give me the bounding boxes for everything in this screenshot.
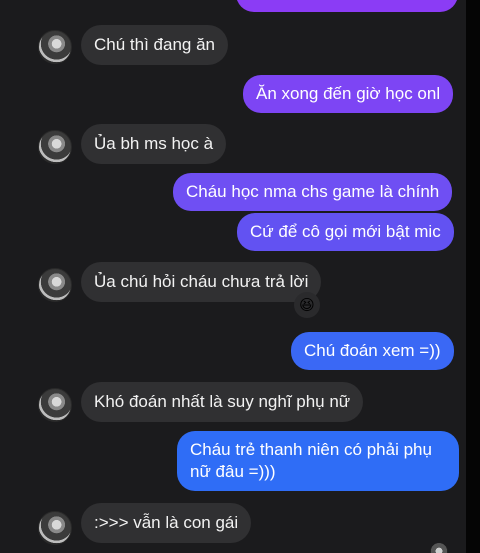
contact-avatar[interactable] — [38, 388, 72, 422]
contact-avatar[interactable] — [38, 30, 72, 64]
outgoing-message-bubble[interactable]: Chú đoán xem =)) — [291, 332, 454, 370]
message-line: nữ đâu =))) — [190, 462, 276, 481]
message-bubble-partial[interactable] — [236, 0, 458, 12]
contact-avatar[interactable] — [38, 130, 72, 164]
contact-avatar[interactable] — [38, 268, 72, 302]
reaction-laughing-icon[interactable]: 😆 — [294, 292, 320, 318]
incoming-message-bubble[interactable]: Ủa bh ms học à — [81, 124, 227, 164]
outgoing-message-bubble[interactable]: Cứ để cô gọi mới bật mic — [237, 213, 454, 251]
incoming-message-bubble[interactable]: Chú thì đang ăn — [81, 25, 228, 65]
outgoing-message-bubble[interactable]: Cháu học nma chs game là chính — [173, 173, 453, 211]
incoming-message-bubble[interactable]: :>>> vẫn là con gái — [81, 503, 252, 543]
chat-thread: Chú thì đang ăn Ăn xong đến giờ học onl … — [0, 0, 466, 553]
incoming-message-bubble[interactable]: Khó đoán nhất là suy nghĩ phụ nữ — [81, 382, 364, 422]
screen-edge — [466, 0, 480, 553]
outgoing-message-bubble[interactable]: Ăn xong đến giờ học onl — [243, 75, 454, 113]
contact-avatar[interactable] — [38, 511, 72, 545]
outgoing-message-bubble[interactable]: Cháu trẻ thanh niên có phải phụ nữ đâu =… — [177, 431, 459, 491]
seen-receipt-avatar — [430, 543, 448, 553]
message-line: Cháu trẻ thanh niên có phải phụ — [190, 440, 432, 459]
incoming-message-bubble[interactable]: Ủa chú hỏi cháu chưa trả lời — [81, 262, 322, 302]
